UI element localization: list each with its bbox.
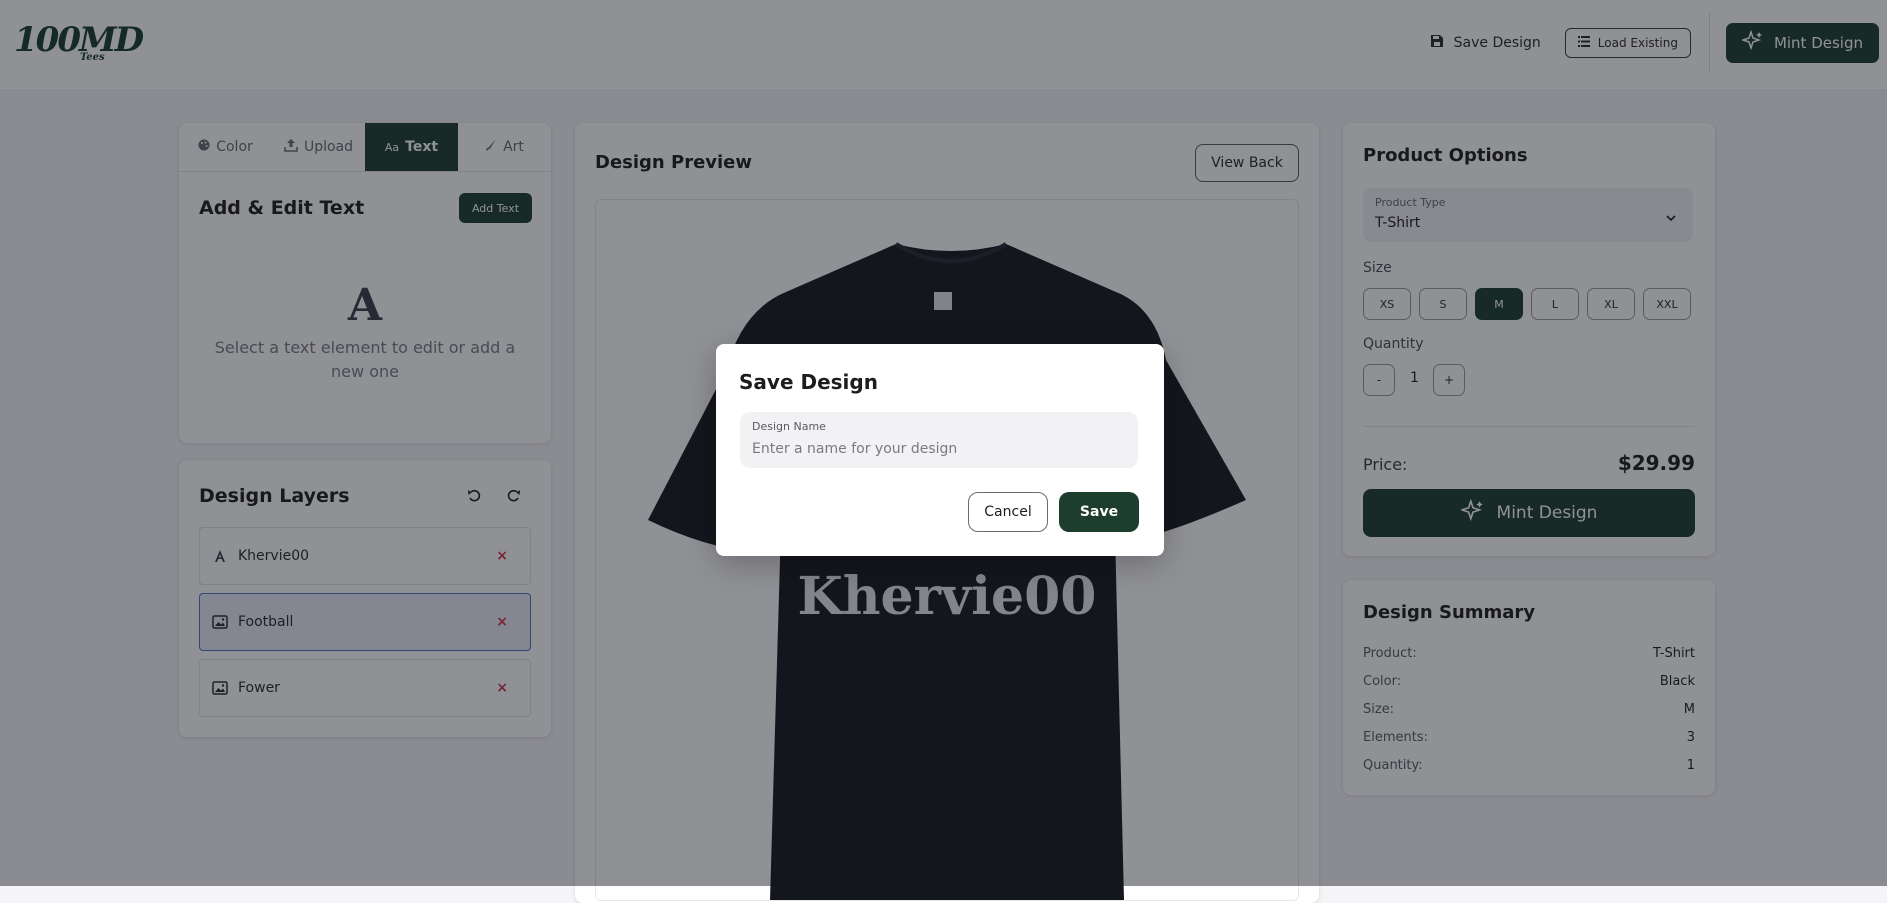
cancel-button[interactable]: Cancel: [968, 492, 1048, 532]
save-button[interactable]: Save: [1059, 492, 1139, 532]
design-name-field[interactable]: Design Name: [740, 412, 1138, 468]
design-name-label: Design Name: [752, 420, 826, 433]
save-design-dialog: Save Design Design Name Cancel Save: [716, 344, 1164, 556]
dialog-title: Save Design: [739, 370, 878, 394]
design-name-input[interactable]: [752, 438, 1122, 460]
